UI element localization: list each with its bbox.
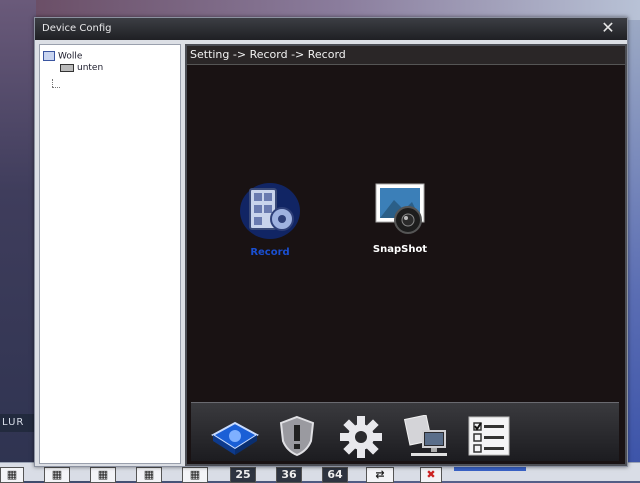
layout-25-button[interactable]: 25: [230, 467, 256, 483]
background-side-label: LUR: [0, 414, 36, 432]
tree-item-wolle[interactable]: Wolle: [43, 51, 82, 62]
network-monitor-icon: [403, 414, 447, 456]
dialog-title: Device Config: [42, 23, 112, 34]
close-button[interactable]: ✕: [599, 19, 617, 37]
tree-item-label: unten: [77, 63, 104, 73]
device-group-icon: [43, 51, 55, 61]
snapshot-feature-label: SnapShot: [372, 244, 428, 255]
network-tool-button[interactable]: [403, 414, 447, 457]
config-panel: Setting -> Record -> Record Record SnapS…: [185, 44, 627, 466]
layout-grid-icon[interactable]: ▦: [182, 467, 208, 483]
tree-item-label: Wolle: [58, 51, 83, 62]
tree-connector: [52, 79, 54, 87]
device-tree: Wolle unten: [39, 44, 181, 464]
breadcrumb: Setting -> Record -> Record: [190, 48, 346, 61]
layout-grid-icon[interactable]: ▦: [90, 467, 116, 483]
swap-arrows-icon[interactable]: ⇄: [366, 467, 394, 483]
device-icon: [60, 63, 74, 72]
device-tool-button[interactable]: [209, 415, 259, 457]
layout-grid-icon[interactable]: ▦: [0, 467, 24, 483]
tree-item-unten[interactable]: unten: [60, 63, 103, 73]
info-tool-button[interactable]: [467, 415, 511, 457]
function-toolbar: [191, 402, 619, 461]
alarm-tool-button[interactable]: [277, 415, 321, 457]
layout-36-button[interactable]: 36: [276, 467, 302, 483]
record-feature-label: Record: [250, 247, 290, 258]
dialog-titlebar: Device Config ✕: [35, 18, 627, 40]
desktop-background-left: [0, 0, 36, 480]
tree-connector: [52, 87, 60, 89]
close-x-icon[interactable]: ✖: [420, 467, 442, 483]
layout-grid-icon[interactable]: ▦: [44, 467, 70, 483]
checklist-icon: [468, 416, 510, 456]
record-film-gear-icon: [240, 183, 300, 239]
settings-gear-icon: [340, 416, 382, 458]
device-config-dialog: Device Config ✕ Wolle unten Setting -> R…: [34, 17, 628, 467]
device-cube-icon: [211, 421, 259, 455]
layout-grid-icon[interactable]: ▦: [136, 467, 162, 483]
alert-shield-icon: [279, 415, 315, 457]
snapshot-feature-button[interactable]: SnapShot: [355, 178, 445, 255]
record-feature-button[interactable]: Record: [225, 181, 315, 258]
snapshot-camera-icon: [375, 183, 425, 234]
settings-tool-button[interactable]: [339, 415, 383, 458]
breadcrumb-bar: Setting -> Record -> Record: [187, 46, 625, 65]
layout-64-button[interactable]: 64: [322, 467, 348, 483]
